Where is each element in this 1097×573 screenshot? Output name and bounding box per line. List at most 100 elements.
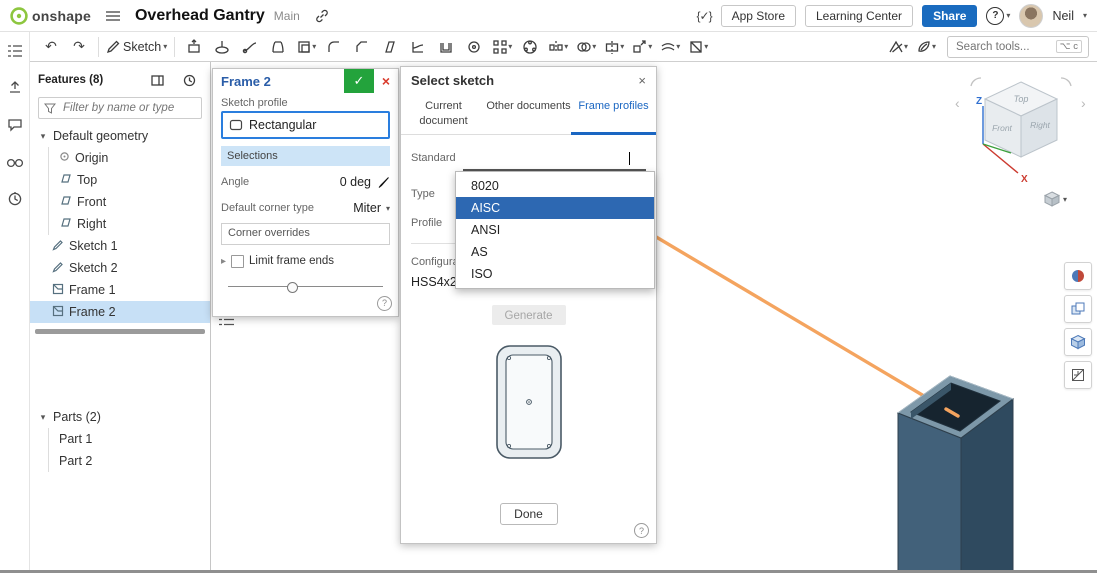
dropdown-option-8020[interactable]: 8020 — [456, 175, 654, 197]
part-tube[interactable] — [898, 376, 1013, 573]
fillet-button[interactable] — [321, 35, 347, 59]
chamfer-button[interactable] — [349, 35, 375, 59]
close-icon[interactable]: × — [638, 73, 646, 88]
rollback-slider[interactable] — [228, 280, 383, 292]
offset-surface-button[interactable]: ▾ — [657, 35, 683, 59]
insert-panel-icon[interactable] — [2, 76, 28, 100]
shell-button[interactable] — [433, 35, 459, 59]
rotate-ccw-arrow[interactable] — [971, 78, 981, 86]
history-icon[interactable] — [176, 68, 202, 92]
transform-button[interactable]: ▾ — [629, 35, 655, 59]
hole-button[interactable] — [461, 35, 487, 59]
help-menu[interactable]: ? ▾ — [986, 7, 1010, 25]
split-button[interactable]: ▾ — [601, 35, 627, 59]
extrude-button[interactable] — [181, 35, 207, 59]
chevron-down-icon[interactable]: ▾ — [1083, 11, 1087, 20]
help-icon[interactable]: ? — [377, 296, 392, 311]
dropdown-option-aisc-selected[interactable]: AISC — [456, 197, 654, 219]
onshape-logo[interactable]: onshape — [10, 7, 91, 25]
dropdown-option-iso[interactable]: ISO — [456, 263, 654, 285]
done-button[interactable]: Done — [500, 503, 558, 525]
rotate-left-arrow[interactable]: ‹ — [955, 95, 960, 111]
comments-panel-icon[interactable] — [2, 113, 28, 137]
boolean-button[interactable]: ▾ — [573, 35, 599, 59]
tab-current-document[interactable]: Current document — [401, 93, 486, 134]
tree-item-parts-group[interactable]: ▾ Parts (2) — [30, 406, 210, 428]
slider-handle[interactable] — [287, 282, 298, 293]
draft-button[interactable] — [377, 35, 403, 59]
chevron-down-icon[interactable]: ▾ — [38, 131, 48, 142]
sketch-button[interactable]: Sketch ▾ — [105, 35, 168, 59]
search-tools-box[interactable]: ⌥ c — [947, 36, 1089, 58]
view-cube-front-label[interactable]: Front — [992, 123, 1012, 133]
learning-center-button[interactable]: Learning Center — [805, 5, 913, 27]
frame-tool-button[interactable]: ▾ — [685, 35, 711, 59]
feature-filter-box[interactable] — [38, 97, 202, 119]
follow-mode-icon[interactable] — [2, 150, 28, 174]
feature-list-panel-icon[interactable] — [2, 39, 28, 63]
cancel-button[interactable]: × — [374, 69, 398, 93]
search-tools-input[interactable] — [954, 40, 1051, 54]
linear-pattern-button[interactable]: ▾ — [489, 35, 515, 59]
tree-item-part-1[interactable]: Part 1 — [48, 428, 210, 450]
history-clock-icon[interactable] — [2, 187, 28, 211]
workspace-name[interactable]: Main — [274, 9, 300, 23]
appearance-button[interactable]: ▾ — [913, 35, 939, 59]
tree-item-right-plane[interactable]: Right — [48, 213, 210, 235]
rollback-bar[interactable] — [35, 329, 205, 334]
undo-button[interactable]: ↶ — [38, 35, 64, 59]
standard-input[interactable] — [463, 149, 646, 171]
tree-item-frame-1[interactable]: Frame 1 — [30, 279, 210, 301]
mirror-button[interactable]: ▾ — [545, 35, 571, 59]
chevron-down-icon[interactable]: ▾ — [386, 204, 390, 213]
revolve-button[interactable] — [209, 35, 235, 59]
view-orientation-button[interactable]: ▾ — [1043, 190, 1067, 208]
corner-overrides-field[interactable]: Corner overrides — [221, 223, 390, 245]
tree-item-part-2[interactable]: Part 2 — [48, 450, 210, 472]
corner-type-value[interactable]: Miter — [353, 201, 381, 215]
limit-frame-ends-checkbox[interactable] — [231, 255, 244, 268]
tree-item-sketch-1[interactable]: Sketch 1 — [30, 235, 210, 257]
display-style-button[interactable] — [1064, 262, 1092, 290]
tree-item-frame-2-selected[interactable]: Frame 2 — [30, 301, 210, 323]
named-views-button[interactable] — [1064, 328, 1092, 356]
share-button[interactable]: Share — [922, 5, 977, 27]
selections-field[interactable]: Selections — [221, 146, 390, 166]
tree-item-top-plane[interactable]: Top — [48, 169, 210, 191]
accept-button[interactable]: ✓ — [344, 69, 374, 93]
dropdown-option-ansi[interactable]: ANSI — [456, 219, 654, 241]
tab-other-documents[interactable]: Other documents — [486, 93, 571, 134]
feature-filter-input[interactable] — [61, 101, 196, 115]
user-name[interactable]: Neil — [1052, 9, 1074, 23]
link-icon[interactable] — [309, 4, 335, 28]
help-icon[interactable]: ? — [634, 523, 649, 538]
chevron-right-icon[interactable]: ▸ — [221, 256, 226, 267]
tree-item-default-geometry[interactable]: ▾ Default geometry — [30, 125, 210, 147]
rotate-right-arrow[interactable]: › — [1081, 95, 1086, 111]
versions-icon[interactable]: {✓} — [697, 9, 712, 23]
circular-pattern-button[interactable] — [517, 35, 543, 59]
tree-item-front-plane[interactable]: Front — [48, 191, 210, 213]
view-cube[interactable]: Top Front Right Z X ‹ › — [945, 66, 1095, 196]
rib-button[interactable] — [405, 35, 431, 59]
sheet-metal-button[interactable]: ▾ — [885, 35, 911, 59]
panel-expand-icon[interactable] — [144, 68, 170, 92]
sweep-button[interactable] — [237, 35, 263, 59]
view-cube-top-label[interactable]: Top — [1014, 94, 1029, 104]
show-hide-button[interactable] — [1064, 295, 1092, 323]
user-avatar[interactable] — [1019, 4, 1043, 28]
app-store-button[interactable]: App Store — [721, 5, 796, 27]
tree-item-origin[interactable]: Origin — [48, 147, 210, 169]
loft-button[interactable] — [265, 35, 291, 59]
tree-item-sketch-2[interactable]: Sketch 2 — [30, 257, 210, 279]
dropdown-option-as[interactable]: AS — [456, 241, 654, 263]
hamburger-menu-icon[interactable] — [100, 4, 126, 28]
generate-button[interactable]: Generate — [492, 305, 566, 325]
tab-frame-profiles[interactable]: Frame profiles — [571, 93, 656, 134]
redo-button[interactable]: ↷ — [66, 35, 92, 59]
thicken-button[interactable]: ▾ — [293, 35, 319, 59]
sketch-profile-select[interactable]: Rectangular — [221, 111, 390, 139]
chevron-down-icon[interactable]: ▾ — [38, 412, 48, 423]
view-cube-right-label[interactable]: Right — [1030, 120, 1050, 130]
rotate-cw-arrow[interactable] — [1061, 78, 1071, 86]
